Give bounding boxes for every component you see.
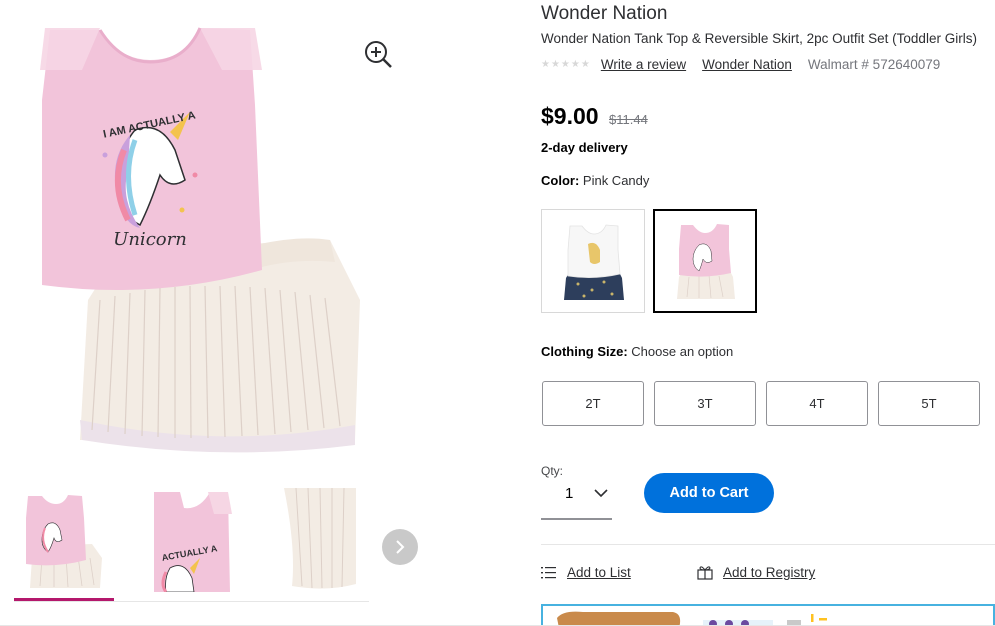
thumbnail-divider <box>14 601 369 602</box>
rating-stars-icon: ★★★★★ <box>541 58 591 70</box>
size-option-2t[interactable]: 2T <box>542 381 644 426</box>
size-prompt: Choose an option <box>631 344 734 359</box>
add-to-registry-link[interactable]: Add to Registry <box>697 565 815 580</box>
size-label: Clothing Size: <box>541 344 628 359</box>
add-to-list-link[interactable]: Add to List <box>541 565 631 580</box>
list-icon <box>541 566 556 578</box>
chevron-right-icon <box>396 540 405 554</box>
color-label: Color: <box>541 173 580 188</box>
thumbnail-2[interactable]: ACTUALLY A <box>140 488 240 593</box>
chevron-down-icon <box>594 489 608 498</box>
delivery-info: 2-day delivery <box>541 140 628 155</box>
product-meta-row: ★★★★★ Write a review Wonder Nation Walma… <box>541 55 940 73</box>
size-option-4t[interactable]: 4T <box>766 381 868 426</box>
product-title: Wonder Nation Tank Top & Reversible Skir… <box>541 31 977 46</box>
zoom-icon[interactable] <box>362 38 394 70</box>
size-selection-label: Clothing Size: Choose an option <box>541 344 733 359</box>
thumbnail-3[interactable] <box>266 487 366 592</box>
size-option-3t[interactable]: 3T <box>654 381 756 426</box>
add-to-list-label: Add to List <box>567 565 631 580</box>
brand-link[interactable]: Wonder Nation <box>702 57 792 72</box>
add-to-cart-button[interactable]: Add to Cart <box>644 473 774 513</box>
was-price: $11.44 <box>609 112 648 127</box>
quantity-label: Qty: <box>541 464 564 478</box>
current-price: $9.00 <box>541 103 599 129</box>
promo-banner[interactable] <box>541 604 995 626</box>
spark-logo-icon <box>811 614 827 622</box>
size-option-5t[interactable]: 5T <box>878 381 980 426</box>
next-thumbnail-button[interactable] <box>382 529 418 565</box>
color-swatch-white[interactable] <box>541 209 645 313</box>
thumbnail-strip: ACTUALLY A <box>14 487 369 604</box>
thumbnail-1[interactable] <box>14 488 114 592</box>
add-to-registry-label: Add to Registry <box>723 565 816 580</box>
tank-top-illustration: I AM ACTUALLY A Unicorn <box>40 27 262 290</box>
brand-name: Wonder Nation <box>541 3 668 24</box>
sku-number: Walmart # 572640079 <box>807 56 941 72</box>
quantity-select[interactable]: 1 <box>541 478 612 520</box>
color-swatch-pink-candy[interactable] <box>653 209 757 313</box>
color-value: Pink Candy <box>582 173 650 188</box>
color-selection-label: Color: Pink Candy <box>541 173 649 188</box>
write-review-link[interactable]: Write a review <box>601 57 686 72</box>
main-product-image[interactable]: I AM ACTUALLY A Unicorn <box>0 0 400 462</box>
gift-icon <box>697 566 713 580</box>
quantity-value: 1 <box>565 485 574 502</box>
shirt-graphic-line2: Unicorn <box>113 229 187 250</box>
section-divider <box>541 544 995 545</box>
